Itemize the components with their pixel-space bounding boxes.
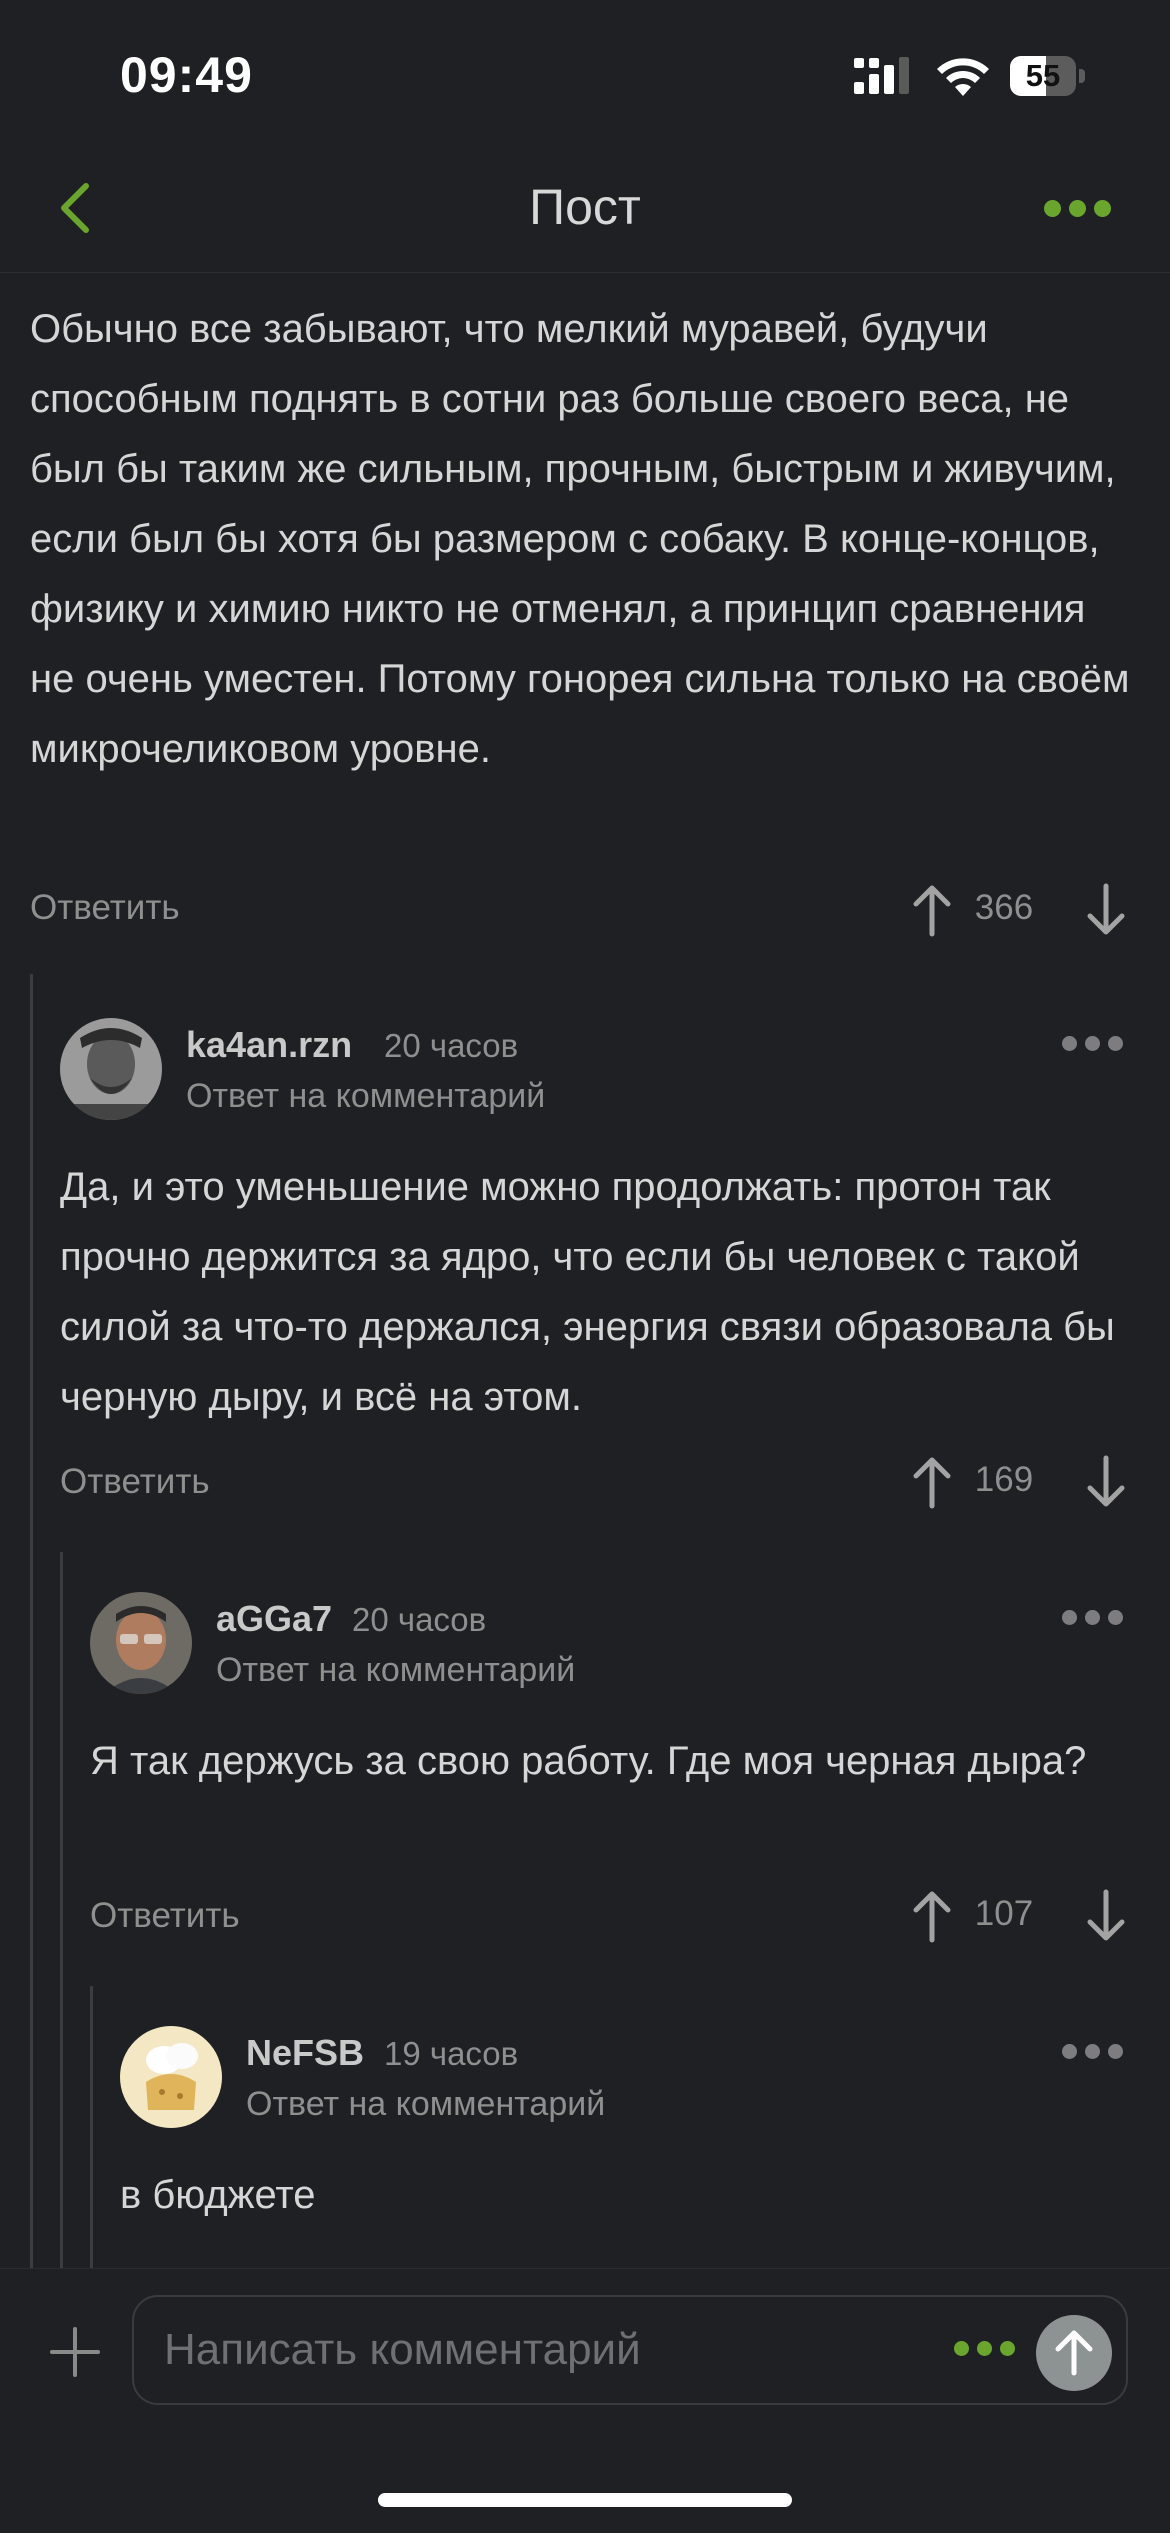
comment-input-container <box>132 2295 1128 2405</box>
thread-line <box>60 1552 63 2268</box>
wifi-icon <box>937 58 989 96</box>
reply-button[interactable]: Ответить <box>60 1462 210 1502</box>
reply-to-label[interactable]: Ответ на комментарий <box>186 1077 545 1116</box>
comments-thread: Обычно все забывают, что мелкий муравей,… <box>0 272 1170 2268</box>
attach-plus-icon[interactable] <box>50 2327 100 2377</box>
battery-percent: 55 <box>1025 58 1061 93</box>
comment-time: 20 часов <box>352 1601 487 1638</box>
comment-time: 19 часов <box>384 2035 519 2072</box>
comment-text: Я так держусь за свою работу. Где моя че… <box>90 1739 1087 1783</box>
avatar[interactable] <box>90 1592 192 1694</box>
downvote-arrow-icon[interactable] <box>1084 882 1128 938</box>
comment-input[interactable] <box>162 2321 946 2379</box>
composer-more-icon[interactable] <box>954 2341 1026 2359</box>
upvote-arrow-icon[interactable] <box>910 1454 954 1510</box>
thread-line <box>90 1986 93 2268</box>
cellular-signal-icon <box>854 57 909 94</box>
avatar[interactable] <box>60 1018 162 1120</box>
comment-more-icon[interactable] <box>1062 1036 1128 1054</box>
avatar[interactable] <box>120 2026 222 2128</box>
upvote-arrow-icon[interactable] <box>910 882 954 938</box>
thread-line <box>30 974 33 2268</box>
send-arrow-icon <box>1055 2330 1093 2376</box>
vote-control: 169 <box>910 1448 1140 1518</box>
comment-composer <box>0 2268 1170 2533</box>
home-indicator[interactable] <box>378 2493 792 2507</box>
vote-count: 107 <box>974 1894 1034 1933</box>
comment-text: Обычно все забывают, что мелкий муравей,… <box>30 307 1130 771</box>
comment-more-icon[interactable] <box>1062 2044 1128 2062</box>
page-title: Пост <box>529 179 641 235</box>
upvote-arrow-icon[interactable] <box>910 1888 954 1944</box>
comment-text: Да, и это уменьшение можно продолжать: п… <box>60 1165 1115 1419</box>
send-button[interactable] <box>1036 2315 1112 2391</box>
comment-time: 20 часов <box>384 1027 519 1064</box>
status-bar: 09:49 55 <box>0 0 1170 150</box>
vote-control: 107 <box>910 1882 1140 1952</box>
vote-control: 366 <box>910 876 1140 946</box>
reply-to-label[interactable]: Ответ на комментарий <box>246 2085 605 2124</box>
more-options-icon[interactable] <box>1044 200 1120 220</box>
comment-username[interactable]: ka4an.rzn <box>186 1024 352 1066</box>
comment-username[interactable]: aGGa7 <box>216 1598 332 1640</box>
comment-text: в бюджете <box>120 2173 316 2217</box>
downvote-arrow-icon[interactable] <box>1084 1454 1128 1510</box>
post-header: Пост <box>0 150 1170 273</box>
reply-button[interactable]: Ответить <box>90 1896 240 1936</box>
comment-username[interactable]: NeFSB <box>246 2032 364 2074</box>
vote-count: 169 <box>974 1460 1034 1499</box>
status-time: 09:49 <box>120 47 253 103</box>
battery-indicator: 55 <box>1010 56 1086 96</box>
downvote-arrow-icon[interactable] <box>1084 1888 1128 1944</box>
reply-to-label[interactable]: Ответ на комментарий <box>216 1651 575 1690</box>
reply-button[interactable]: Ответить <box>30 888 180 928</box>
vote-count: 366 <box>974 888 1034 927</box>
comment-more-icon[interactable] <box>1062 1610 1128 1628</box>
